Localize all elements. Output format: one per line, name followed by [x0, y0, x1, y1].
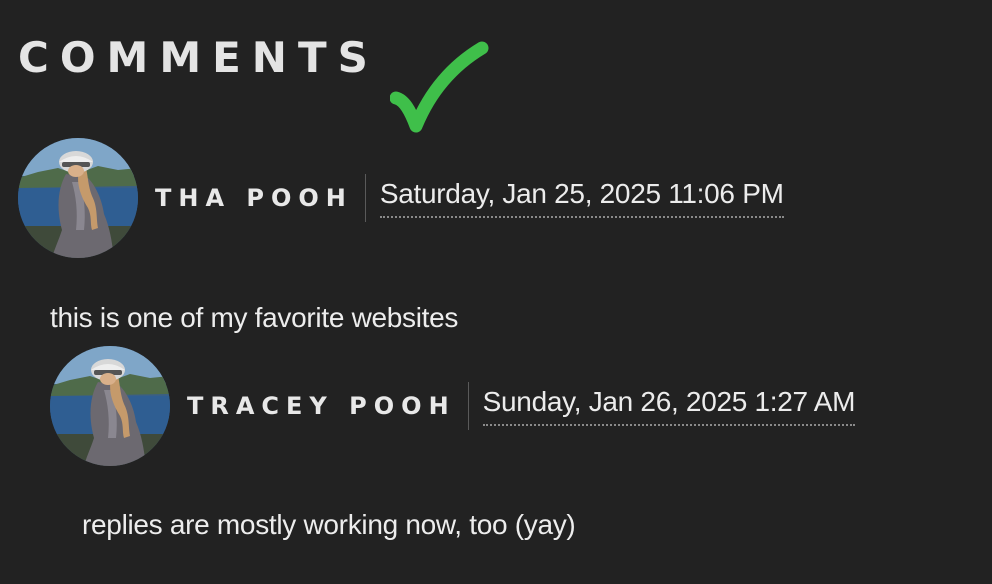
avatar[interactable] [50, 346, 170, 466]
comments-heading: COMMENTS [18, 33, 379, 82]
comment: THA POOH Saturday, Jan 25, 2025 11:06 PM… [18, 138, 918, 333]
comment-author[interactable]: TRACEY POOH [187, 392, 456, 420]
avatar[interactable] [18, 138, 138, 258]
avatar-photo [50, 346, 170, 466]
comment-body: replies are mostly working now, too (yay… [82, 509, 576, 540]
comment-header: THA POOH Saturday, Jan 25, 2025 11:06 PM [18, 138, 918, 258]
comment-timestamp[interactable]: Sunday, Jan 26, 2025 1:27 AM [482, 386, 855, 426]
comment-body: this is one of my favorite websites [50, 302, 459, 333]
avatar-photo [18, 138, 138, 258]
header-divider [467, 382, 469, 430]
comment-author[interactable]: THA POOH [155, 184, 353, 212]
comment-timestamp[interactable]: Saturday, Jan 25, 2025 11:06 PM [379, 178, 784, 218]
check-mark-icon [390, 41, 489, 133]
reply-comment: TRACEY POOH Sunday, Jan 26, 2025 1:27 AM… [50, 346, 950, 540]
header-divider [364, 174, 366, 222]
comment-header: TRACEY POOH Sunday, Jan 26, 2025 1:27 AM [50, 346, 950, 466]
